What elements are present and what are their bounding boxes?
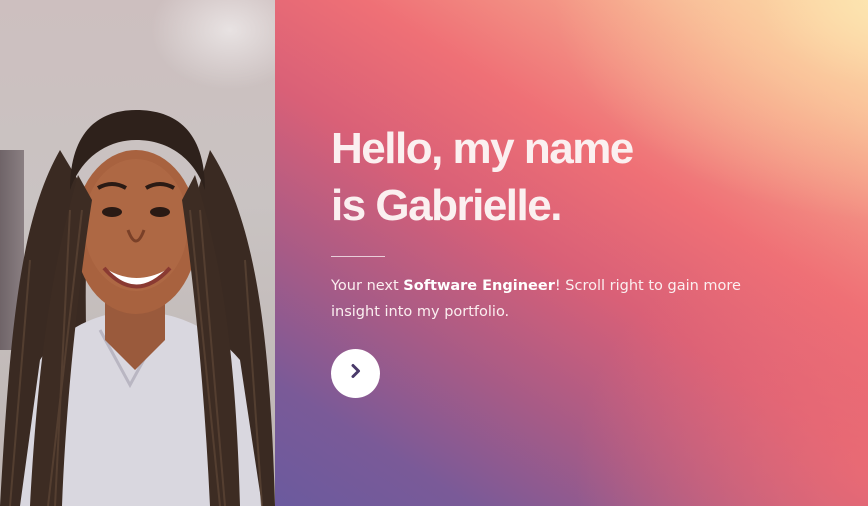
intro-before: Your next [331,278,404,294]
scroll-next-button[interactable] [331,349,380,398]
hero-section: Hello, my name is Gabrielle. Your next S… [275,0,868,506]
hero-title: Hello, my name is Gabrielle. [331,120,801,234]
divider [331,256,385,257]
hero-title-line2: is Gabrielle. [331,181,562,230]
profile-photo [0,0,275,506]
chevron-right-icon [348,363,364,384]
hero-content: Hello, my name is Gabrielle. Your next S… [331,120,801,398]
page: Hello, my name is Gabrielle. Your next S… [0,0,868,506]
intro-role: Software Engineer [403,278,555,294]
intro-text: Your next Software Engineer! Scroll righ… [331,273,791,325]
hero-title-line1: Hello, my name [331,124,634,173]
